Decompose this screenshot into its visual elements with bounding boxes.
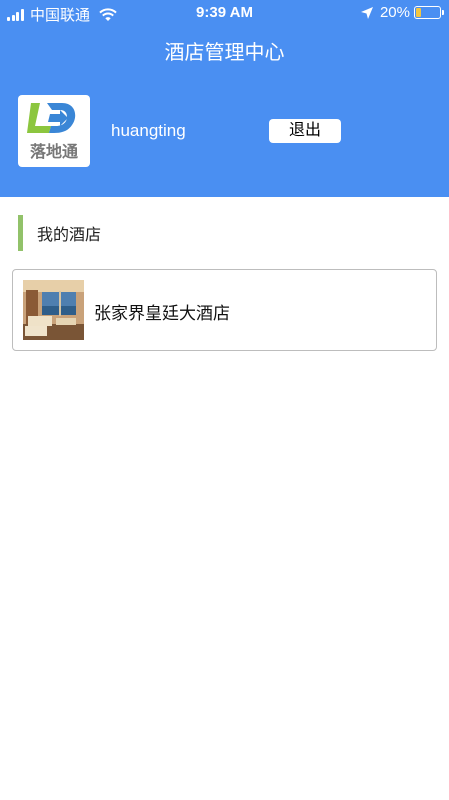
battery-level [416,8,421,17]
avatar: 落地通 [18,95,90,167]
hotel-name: 张家界皇廷大酒店 [94,304,230,323]
hotel-list-item[interactable]: 张家界皇廷大酒店 [12,269,437,351]
hotel-thumbnail [23,280,84,340]
status-bar: 中国联通 9:39 AM 20% [0,0,449,26]
battery-icon [414,6,444,19]
section-accent-bar [18,215,23,251]
app-header: 中国联通 9:39 AM 20% 酒店管理中心 落地通 huangting 退出 [0,0,449,197]
page-title: 酒店管理中心 [164,42,285,64]
location-arrow-icon [360,6,373,19]
section-header: 我的酒店 [18,215,101,251]
logo-icon: 落地通 [27,103,78,161]
username: huangting [111,121,186,140]
hotel-room-image [23,280,84,340]
battery-percent: 20% [379,4,410,21]
logout-button[interactable]: 退出 [269,119,341,143]
section-title: 我的酒店 [37,227,102,244]
logo-text: 落地通 [30,142,78,161]
status-right: 20% [360,4,444,21]
